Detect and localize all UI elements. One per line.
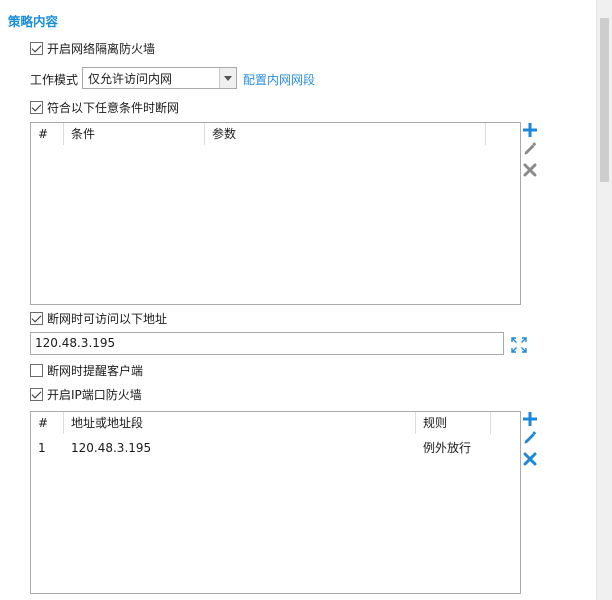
remind-client-checkbox[interactable] — [30, 363, 43, 377]
allow-addresses-checkbox[interactable] — [30, 311, 43, 325]
row-address: 120.48.3.195 — [71, 441, 152, 455]
section-title: 策略内容 — [8, 14, 59, 29]
remind-client-row[interactable]: 断网时提醒客户端 — [30, 362, 143, 378]
delete-icon[interactable] — [522, 451, 538, 467]
allow-addresses-label: 断网时可访问以下地址 — [47, 311, 168, 326]
column-header-address[interactable]: 地址或地址段 — [64, 412, 416, 434]
add-icon[interactable] — [522, 411, 538, 427]
edit-icon[interactable] — [522, 430, 538, 446]
column-header-filler — [486, 123, 520, 145]
ip-rules-table[interactable]: # 地址或地址段 规则 1 120.48.3.195 例外放行 — [30, 411, 521, 594]
ip-port-firewall-row[interactable]: 开启IP端口防火墙 — [30, 386, 142, 402]
conditions-table-header: # 条件 参数 — [31, 123, 520, 145]
column-header-index[interactable]: # — [31, 412, 64, 434]
work-mode-value: 仅允许访问内网 — [88, 71, 173, 86]
scroll-thumb[interactable] — [600, 18, 609, 182]
column-header-condition[interactable]: 条件 — [64, 123, 205, 145]
table-row[interactable]: 1 120.48.3.195 例外放行 — [31, 438, 520, 458]
column-header-rule[interactable]: 规则 — [416, 412, 491, 434]
allow-addresses-input[interactable]: 120.48.3.195 — [30, 332, 504, 355]
column-header-params[interactable]: 参数 — [205, 123, 486, 145]
ip-rules-table-header: # 地址或地址段 规则 — [31, 412, 520, 434]
conditions-table[interactable]: # 条件 参数 — [30, 122, 521, 305]
column-header-filler — [491, 412, 520, 434]
column-header-index[interactable]: # — [31, 123, 64, 145]
disconnect-conditions-label: 符合以下任意条件时断网 — [47, 100, 180, 115]
firewall-checkbox-row[interactable]: 开启网络隔离防火墙 — [30, 40, 155, 56]
row-rule: 例外放行 — [423, 441, 472, 455]
ip-port-firewall-label: 开启IP端口防火墙 — [47, 387, 142, 402]
vertical-scrollbar[interactable] — [596, 0, 612, 600]
delete-icon — [522, 162, 538, 178]
work-mode-select[interactable]: 仅允许访问内网 — [82, 67, 237, 89]
remind-client-label: 断网时提醒客户端 — [47, 363, 144, 378]
disconnect-conditions-row[interactable]: 符合以下任意条件时断网 — [30, 99, 179, 115]
config-intranet-link[interactable]: 配置内网网段 — [243, 71, 315, 88]
firewall-label: 开启网络隔离防火墙 — [47, 41, 156, 56]
expand-icon[interactable] — [511, 337, 527, 353]
firewall-checkbox[interactable] — [30, 41, 43, 55]
edit-icon — [522, 141, 538, 157]
chevron-down-icon[interactable] — [219, 68, 236, 88]
add-icon[interactable] — [522, 122, 538, 138]
row-index: 1 — [38, 441, 46, 455]
work-mode-label: 工作模式 — [30, 73, 79, 87]
disconnect-conditions-checkbox[interactable] — [30, 100, 43, 114]
allow-addresses-row[interactable]: 断网时可访问以下地址 — [30, 310, 167, 326]
ip-port-firewall-checkbox[interactable] — [30, 387, 43, 401]
